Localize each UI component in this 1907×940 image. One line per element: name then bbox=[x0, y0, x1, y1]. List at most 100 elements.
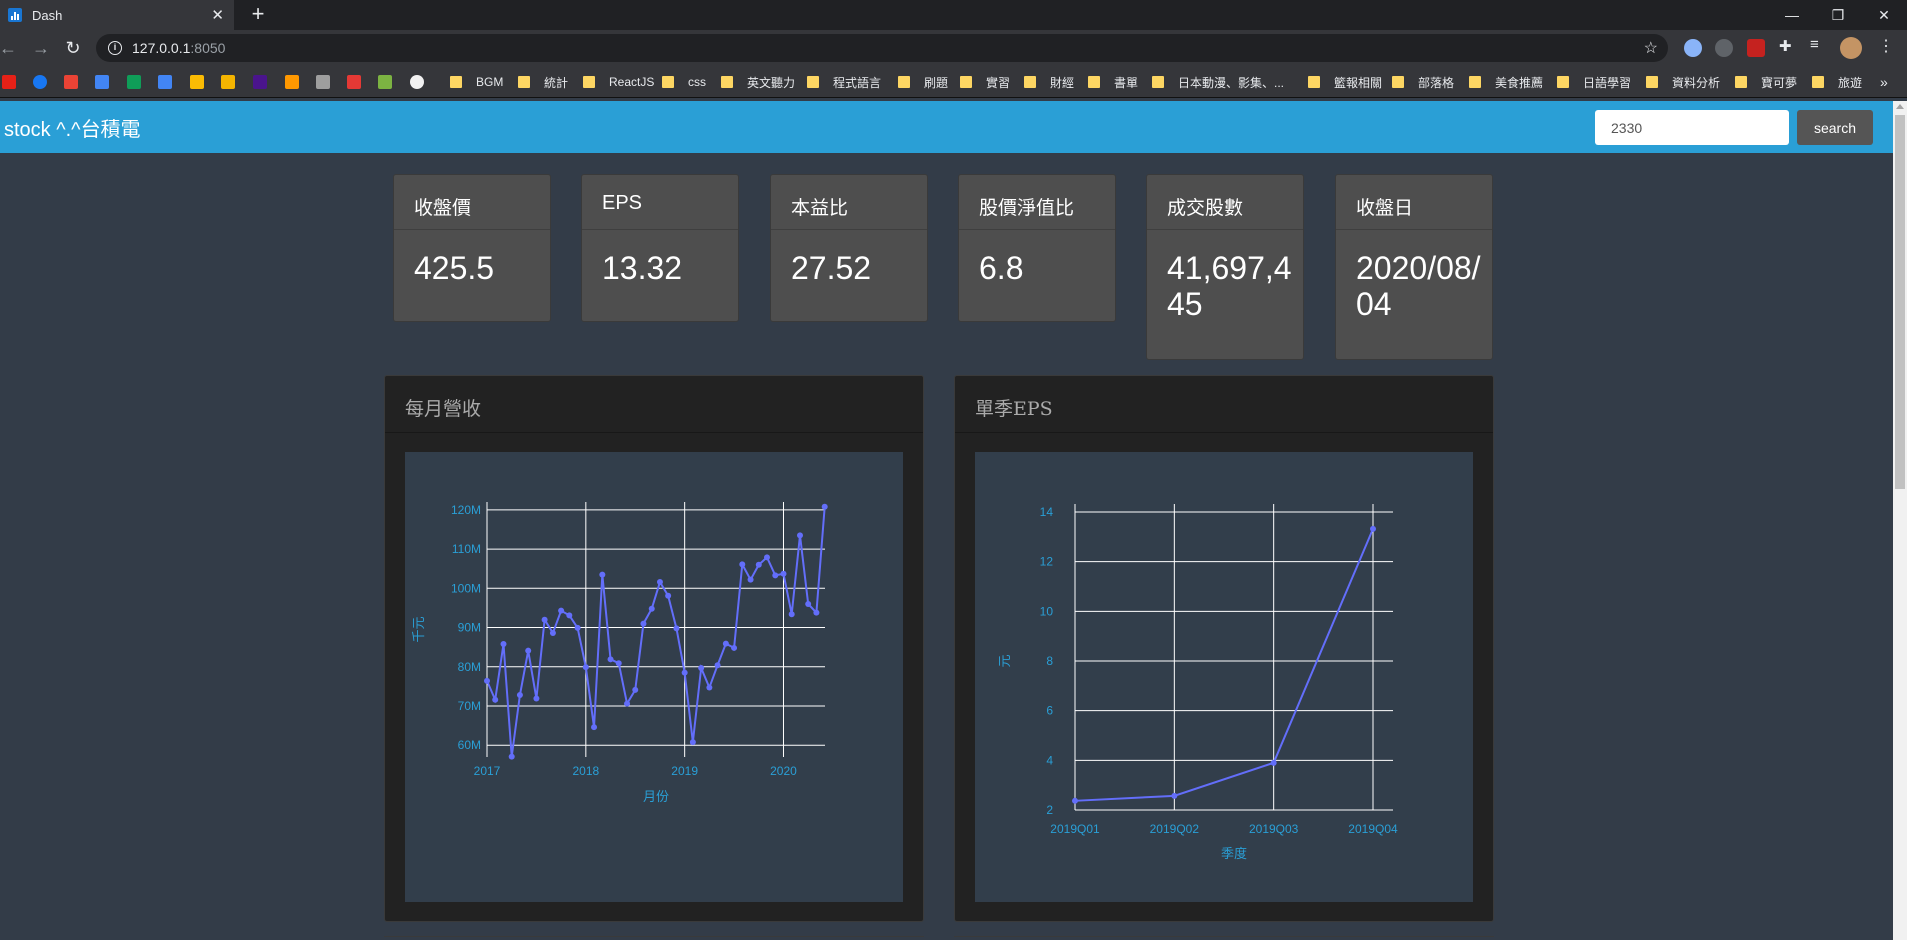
revenue-data-point bbox=[656, 579, 663, 586]
folder-icon bbox=[1646, 76, 1658, 88]
bookmark-folder[interactable]: 部落格 bbox=[1392, 74, 1454, 90]
x-tick-label: 2018 bbox=[572, 764, 599, 778]
reading-list-icon[interactable]: ≡ bbox=[1810, 36, 1828, 54]
gmail-icon[interactable] bbox=[64, 75, 78, 89]
bookmark-folder[interactable]: css bbox=[662, 74, 706, 90]
bookmark-folder[interactable]: 刷題 bbox=[898, 74, 948, 90]
scroll-up-icon[interactable] bbox=[1896, 104, 1904, 109]
bookmark-folder[interactable]: 美食推薦 bbox=[1469, 74, 1543, 90]
new-tab-icon[interactable]: + bbox=[246, 3, 270, 27]
mail-icon[interactable] bbox=[378, 75, 392, 89]
site-info-icon[interactable]: i bbox=[108, 41, 122, 55]
reload-icon[interactable]: ↻ bbox=[61, 36, 85, 60]
revenue-data-point bbox=[574, 624, 581, 631]
bookmarks-bar: BGM 統計 ReactJS css 英文聽力 程式語言 刷題 實習 財經 書單… bbox=[0, 66, 1907, 98]
monthly-revenue-chart-area: 2017 2018 2019 2020 60M 70M 80M 90M 100M 110M 120M… bbox=[405, 452, 903, 902]
bookmark-star-icon[interactable]: ☆ bbox=[1644, 38, 1658, 58]
search-button[interactable]: search bbox=[1797, 110, 1873, 145]
bookmark-folder[interactable]: 統計 bbox=[518, 74, 568, 90]
folder-icon bbox=[807, 76, 819, 88]
x-tick-label: 2019Q03 bbox=[1249, 822, 1299, 836]
bookmark-folder[interactable]: 日本動漫、影集、... bbox=[1152, 74, 1284, 90]
y-axis-title: 元 bbox=[997, 654, 1012, 667]
stat-card-value: 41,697,445 bbox=[1167, 250, 1292, 322]
keep-icon[interactable] bbox=[190, 75, 204, 89]
slides-icon[interactable] bbox=[221, 75, 235, 89]
extensions-puzzle-icon[interactable]: ✚ bbox=[1779, 37, 1797, 55]
window-close-icon[interactable]: ✕ bbox=[1861, 0, 1907, 30]
address-bar[interactable]: i 127.0.0.1:8050 ☆ bbox=[96, 34, 1668, 62]
revenue-data-point bbox=[813, 609, 820, 616]
stat-card-label: EPS bbox=[582, 175, 738, 230]
minimize-icon[interactable]: — bbox=[1769, 0, 1815, 30]
app-icon[interactable] bbox=[316, 75, 330, 89]
browser-toolbar: ← → ↻ i 127.0.0.1:8050 ☆ ✚ ≡ ⋮ bbox=[0, 30, 1907, 66]
calendar-icon[interactable] bbox=[158, 75, 172, 89]
extension-icon[interactable] bbox=[1715, 39, 1733, 57]
extension-icon[interactable] bbox=[1684, 39, 1702, 57]
tab-close-icon[interactable]: ✕ bbox=[211, 6, 224, 24]
brand-title: stock ^.^台積電 bbox=[4, 119, 141, 141]
bookmark-folder[interactable]: 寶可夢 bbox=[1735, 74, 1797, 90]
bookmark-folder[interactable]: ReactJS bbox=[583, 74, 654, 90]
bookmark-folder[interactable]: 實習 bbox=[960, 74, 1010, 90]
menu-kebab-icon[interactable]: ⋮ bbox=[1878, 36, 1896, 55]
back-icon[interactable]: ← bbox=[0, 36, 20, 60]
revenue-data-point bbox=[566, 612, 573, 619]
revenue-data-point bbox=[698, 664, 705, 671]
facebook-icon[interactable] bbox=[33, 75, 47, 89]
stock-search-input[interactable] bbox=[1595, 110, 1789, 145]
dash-favicon-icon bbox=[8, 8, 22, 22]
scrollbar-thumb[interactable] bbox=[1895, 115, 1905, 489]
bookmark-folder[interactable]: 籃報相關 bbox=[1308, 74, 1382, 90]
revenue-data-point bbox=[747, 576, 754, 583]
github-icon[interactable] bbox=[410, 75, 424, 89]
bookmark-folder[interactable]: 日語學習 bbox=[1557, 74, 1631, 90]
revenue-data-point bbox=[681, 669, 688, 676]
revenue-data-point bbox=[492, 696, 499, 703]
eps-data-point bbox=[1270, 759, 1277, 766]
restore-icon[interactable]: ❐ bbox=[1815, 0, 1861, 30]
revenue-data-point bbox=[508, 753, 515, 760]
y-tick-label: 80M bbox=[458, 660, 481, 674]
bookmark-folder[interactable]: BGM bbox=[450, 74, 503, 90]
revenue-data-point bbox=[772, 572, 779, 579]
y-tick-label: 10 bbox=[1040, 604, 1054, 618]
y-tick-label: 2 bbox=[1046, 803, 1053, 817]
bookmark-folder[interactable]: 書單 bbox=[1088, 74, 1138, 90]
revenue-data-point bbox=[558, 607, 565, 614]
stat-card-pb-ratio: 股價淨值比 6.8 bbox=[958, 174, 1116, 322]
browser-tab-bar: Dash ✕ + — ❐ ✕ bbox=[0, 0, 1907, 30]
bookmark-folder[interactable]: 程式語言 bbox=[807, 74, 881, 90]
more-bookmarks-icon[interactable]: » bbox=[1880, 74, 1888, 90]
video-icon[interactable] bbox=[253, 75, 267, 89]
y-tick-label: 60M bbox=[458, 738, 481, 752]
youtube-icon[interactable] bbox=[2, 75, 16, 89]
revenue-data-point bbox=[821, 503, 828, 510]
browser-tab[interactable]: Dash ✕ bbox=[0, 0, 234, 30]
folder-icon bbox=[518, 76, 530, 88]
bookmark-folder[interactable]: 英文聽力 bbox=[721, 74, 795, 90]
revenue-data-point bbox=[648, 605, 655, 612]
page-scrollbar[interactable] bbox=[1893, 101, 1907, 940]
quarterly-eps-chart[interactable]: 2019Q01 2019Q02 2019Q03 2019Q04 2 4 6 8 10 12 14 季度… bbox=[975, 452, 1473, 902]
bookmark-folder[interactable]: 財經 bbox=[1024, 74, 1074, 90]
bookmark-folder[interactable]: 旅遊 bbox=[1812, 74, 1862, 90]
sheets-icon[interactable] bbox=[127, 75, 141, 89]
stat-card-value: 27.52 bbox=[791, 250, 872, 286]
todoist-icon[interactable] bbox=[347, 75, 361, 89]
revenue-data-point bbox=[607, 656, 614, 663]
translate-icon[interactable] bbox=[95, 75, 109, 89]
ublock-icon[interactable] bbox=[1747, 39, 1765, 57]
eps-data-point bbox=[1370, 525, 1376, 532]
app-icon[interactable] bbox=[285, 75, 299, 89]
revenue-data-point bbox=[763, 554, 770, 561]
quarterly-eps-chart-area: 2019Q01 2019Q02 2019Q03 2019Q04 2 4 6 8 10 12 14 季度… bbox=[975, 452, 1473, 902]
revenue-data-point bbox=[805, 601, 812, 607]
avatar[interactable] bbox=[1840, 37, 1862, 59]
y-tick-label: 70M bbox=[458, 699, 481, 713]
bookmark-folder[interactable]: 資料分析 bbox=[1646, 74, 1720, 90]
monthly-revenue-chart[interactable]: 2017 2018 2019 2020 60M 70M 80M 90M 100M 110M 120M… bbox=[405, 452, 903, 902]
forward-icon[interactable]: → bbox=[29, 36, 53, 60]
stat-card-eps: EPS 13.32 bbox=[581, 174, 739, 322]
